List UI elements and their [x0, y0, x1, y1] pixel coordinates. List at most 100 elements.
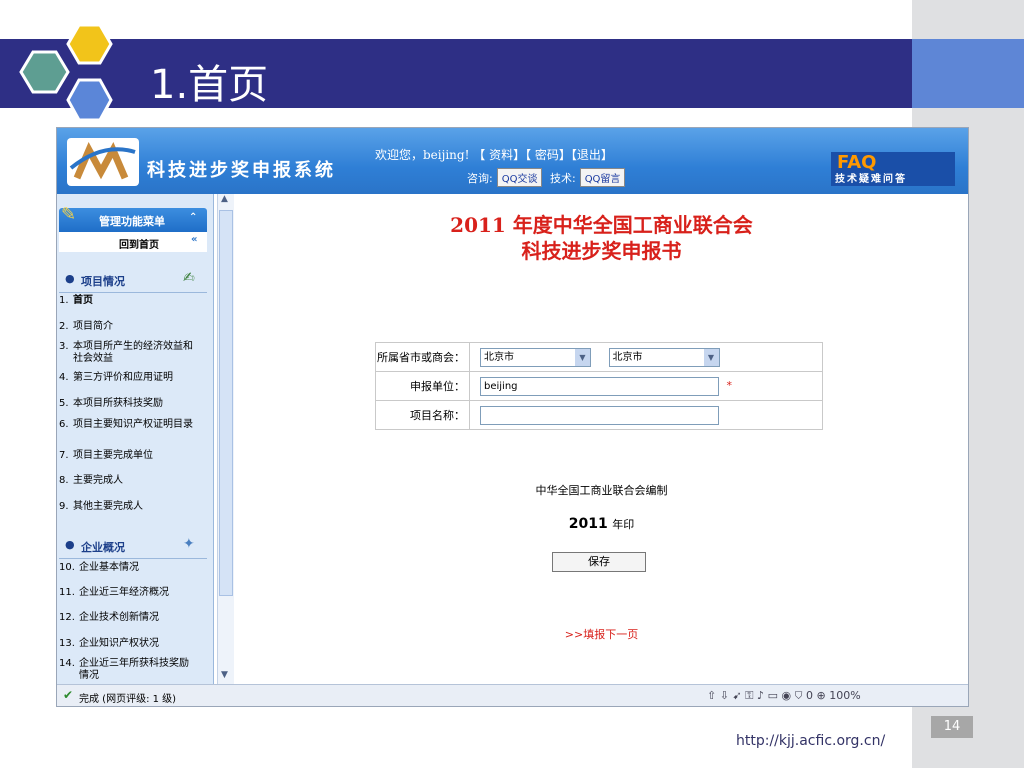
item-label[interactable]: 首页 [73, 295, 193, 307]
footer-url: http://kjj.acfic.org.cn/ [736, 733, 886, 749]
item-number: 14. [59, 658, 75, 669]
sidebar-item-company-awards[interactable]: 14. 企业近三年所获科技奖励情况 [59, 658, 209, 682]
welcome-text: 欢迎您，beijing! 【 资料】【 密码】【退出】 [375, 146, 613, 163]
home-link[interactable]: 回到首页 [119, 236, 159, 251]
browser-statusbar: ✔ 完成 (网页评级: 1 级) ⇧ ⇩ ➹ ⚿ ♪ ▭ ◉ ⛉ 0 ⊕ 100… [57, 684, 968, 706]
sidebar-item-company-innovation[interactable]: 12. 企业技术创新情况 [59, 612, 209, 624]
lock-icon[interactable]: ⚿ [745, 689, 753, 702]
page-number: 14 [931, 716, 973, 738]
sidebar: ✎ 管理功能菜单 ⌃ 回到首页 « ● 项目情况 ✍ 1. 首页 2. 项目简介 3… [57, 194, 214, 684]
check-icon: ✔ [63, 688, 74, 702]
print-year: 2011 年印 [235, 516, 968, 532]
item-number: 4. [59, 372, 69, 383]
section-title-company: 企业概况 [81, 541, 125, 554]
sidebar-item-intro[interactable]: 2. 项目简介 [59, 321, 209, 333]
project-name-input[interactable] [480, 405, 719, 425]
item-number: 2. [59, 321, 69, 332]
item-label[interactable]: 项目简介 [73, 321, 193, 333]
item-label[interactable]: 项目主要知识产权证明目录 [73, 419, 193, 431]
slide-title-band [0, 39, 912, 108]
sound-icon[interactable]: ♪ [757, 689, 764, 702]
form-row-province: 所属省市或商会： 北京市 ▼ 北京市 ▼ [375, 342, 823, 372]
eye-icon[interactable]: ◉ [781, 689, 791, 702]
scroll-up-icon[interactable]: ▲ [221, 194, 228, 204]
report-title-line1: 2011 年度中华全国工商业联合会 [450, 213, 753, 237]
main-content: 2011 年度中华全国工商业联合会 科技进步奖申报书 所属省市或商会： 北京市 ▼… [235, 194, 968, 684]
cursor-icon[interactable]: ➹ [732, 689, 741, 702]
slide-title: 1.首页 [150, 62, 269, 108]
faq-button[interactable]: FAQ 技术疑难问答 [831, 152, 955, 186]
logout-link[interactable]: 【退出】 [571, 148, 613, 162]
section-header-company: ● 企业概况 ✦ [59, 534, 207, 559]
next-page-link[interactable]: >>填报下一页 [235, 626, 968, 642]
collapse-icon[interactable]: ⌃ [189, 212, 197, 223]
arrow-up-icon[interactable]: ⇧ [707, 689, 716, 702]
item-label[interactable]: 本项目所获科技奖励 [73, 398, 193, 410]
item-number: 5. [59, 398, 69, 409]
project-label: 项目名称： [375, 400, 470, 430]
sidebar-item-company-ip[interactable]: 13. 企业知识产权状况 [59, 638, 209, 650]
sidebar-item-people[interactable]: 8. 主要完成人 [59, 475, 209, 487]
tools-icon: ✦ [183, 536, 195, 552]
contact-row: 咨询: QQ交谈 技术: QQ留言 [467, 168, 629, 187]
report-title-line2: 科技进步奖申报书 [521, 239, 682, 263]
tech-label: 技术: [549, 172, 576, 185]
sidebar-item-units[interactable]: 7. 项目主要完成单位 [59, 450, 209, 462]
item-label[interactable]: 主要完成人 [73, 475, 193, 487]
item-label[interactable]: 本项目所产生的经济效益和社会效益 [73, 341, 193, 365]
zoom-icon[interactable]: ⊕ [817, 689, 826, 702]
item-number: 1. [59, 295, 69, 306]
form-row-project: 项目名称： [375, 400, 823, 430]
chevron-down-icon: ▼ [703, 348, 719, 366]
faq-subtitle: 技术疑难问答 [835, 174, 907, 185]
shield-icon[interactable]: ⛉ [795, 689, 803, 702]
item-label[interactable]: 第三方评价和应用证明 [73, 372, 193, 384]
unit-input[interactable]: beijing [480, 376, 719, 396]
item-number: 6. [59, 419, 69, 430]
sidebar-item-company-basic[interactable]: 10. 企业基本情况 [59, 562, 209, 574]
menu-title: 管理功能菜单 [99, 215, 165, 228]
year-suffix: 年印 [612, 518, 635, 531]
status-icons: ⇧ ⇩ ➹ ⚿ ♪ ▭ ◉ ⛉ 0 ⊕ 100% [707, 689, 861, 703]
item-label[interactable]: 企业近三年所获科技奖励情况 [79, 658, 197, 682]
sidebar-item-evaluation[interactable]: 4. 第三方评价和应用证明 [59, 372, 209, 384]
arrow-down-icon[interactable]: ⇩ [720, 689, 729, 702]
item-label[interactable]: 项目主要完成单位 [73, 450, 193, 462]
sidebar-item-home[interactable]: 1. 首页 [59, 295, 209, 307]
menu-header[interactable]: ✎ 管理功能菜单 ⌃ [59, 204, 207, 232]
scroll-down-icon[interactable]: ▼ [221, 670, 228, 680]
year-value: 2011 [568, 516, 608, 532]
item-label[interactable]: 企业近三年经济概况 [79, 587, 197, 599]
compiler-text: 中华全国工商业联合会编制 [535, 484, 668, 497]
item-label[interactable]: 企业知识产权状况 [79, 638, 197, 650]
sidebar-item-awards[interactable]: 5. 本项目所获科技奖励 [59, 398, 209, 410]
zoom-level[interactable]: 100% [829, 689, 860, 702]
window-icon[interactable]: ▭ [768, 689, 778, 702]
profile-link[interactable]: 【 资料】 [473, 148, 525, 162]
unit-label: 申报单位： [375, 371, 470, 401]
item-number: 12. [59, 612, 75, 623]
item-label[interactable]: 企业技术创新情况 [79, 612, 197, 624]
edit-icon: ✍ [183, 270, 195, 286]
bullet-icon: ● [65, 538, 75, 551]
city-select[interactable]: 北京市 ▼ [608, 347, 720, 367]
password-link[interactable]: 【 密码】 [525, 148, 571, 162]
required-mark: * [726, 379, 733, 392]
home-link-row[interactable]: 回到首页 « [59, 232, 207, 252]
sidebar-item-company-economy[interactable]: 11. 企业近三年经济概况 [59, 587, 209, 599]
province-select[interactable]: 北京市 ▼ [480, 347, 591, 367]
save-button[interactable]: 保存 [552, 552, 646, 572]
sidebar-item-others[interactable]: 9. 其他主要完成人 [59, 501, 209, 513]
double-chevron-left-icon[interactable]: « [191, 234, 197, 245]
item-label[interactable]: 企业基本情况 [79, 562, 197, 574]
sidebar-item-benefits[interactable]: 3. 本项目所产生的经济效益和社会效益 [59, 341, 209, 365]
sidebar-item-ip[interactable]: 6. 项目主要知识产权证明目录 [59, 419, 209, 431]
scrollbar-thumb[interactable] [219, 210, 233, 596]
item-label[interactable]: 其他主要完成人 [73, 501, 193, 513]
qq-message-button[interactable]: QQ留言 [579, 168, 626, 187]
chevron-down-icon: ▼ [575, 348, 590, 366]
status-text: 完成 (网页评级: 1 级) [79, 694, 177, 705]
qq-chat-button[interactable]: QQ交谈 [496, 168, 543, 187]
section-title-project: 项目情况 [81, 275, 125, 288]
count-value: 0 [806, 689, 813, 702]
